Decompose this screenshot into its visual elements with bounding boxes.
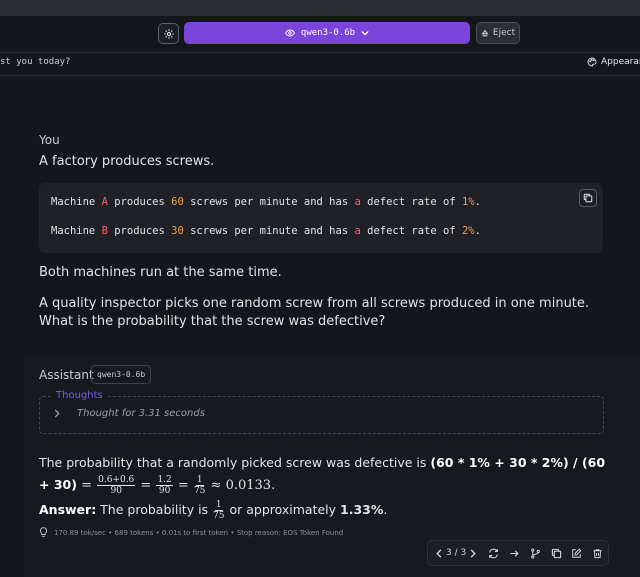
thoughts-summary[interactable]: Thought for 3.31 seconds bbox=[77, 408, 205, 419]
pager-text: 3 / 3 bbox=[446, 548, 467, 558]
edit-button[interactable] bbox=[567, 541, 588, 565]
window-titlebar bbox=[0, 0, 640, 16]
delete-button[interactable] bbox=[587, 541, 608, 565]
user-message-paragraph: A quality inspector picks one random scr… bbox=[39, 296, 590, 329]
assistant-final-answer: Answer: The probability is 1 75 or approx… bbox=[39, 500, 388, 521]
copy-code-button[interactable] bbox=[579, 189, 597, 207]
lightbulb-icon bbox=[39, 527, 48, 538]
chat-subheader bbox=[0, 52, 640, 76]
user-message-line: A factory produces screws. bbox=[39, 154, 215, 169]
user-message-paragraph: Both machines run at the same time. bbox=[39, 265, 282, 280]
thoughts-legend: Thoughts bbox=[52, 390, 107, 401]
continue-button[interactable] bbox=[504, 541, 525, 565]
model-badge: qwen3-0.6b bbox=[91, 365, 152, 384]
eject-button[interactable]: Eject bbox=[476, 22, 520, 44]
appearance-label: Appearance bbox=[601, 57, 640, 67]
settings-button[interactable] bbox=[158, 23, 179, 44]
assistant-role-label: Assistant bbox=[39, 368, 94, 382]
gear-icon bbox=[163, 28, 175, 40]
appearance-button[interactable]: Appearance bbox=[587, 57, 640, 67]
user-role-label: You bbox=[39, 133, 60, 147]
stats-text: 170.89 tok/sec • 689 tokens • 0.01s to f… bbox=[54, 528, 344, 537]
eject-icon bbox=[481, 29, 489, 37]
code-line-2: Machine B produces 30 screws per minute … bbox=[51, 225, 481, 237]
copy-icon bbox=[551, 548, 562, 559]
assistant-answer-paragraph: The probability that a randomly picked s… bbox=[39, 455, 606, 496]
branch-icon bbox=[530, 547, 541, 559]
model-name: qwen3-0.6b bbox=[300, 28, 356, 38]
chevron-right-icon[interactable] bbox=[54, 409, 60, 418]
palette-icon bbox=[587, 57, 597, 67]
eye-icon bbox=[284, 29, 295, 37]
edit-icon bbox=[571, 548, 582, 559]
branch-button[interactable] bbox=[525, 541, 546, 565]
copy-icon bbox=[583, 193, 593, 203]
eject-label: Eject bbox=[492, 28, 516, 38]
code-line-1: Machine A produces 60 screws per minute … bbox=[51, 196, 481, 208]
chat-title[interactable]: st you today? bbox=[0, 57, 70, 67]
trash-icon bbox=[592, 548, 603, 559]
version-pager: 3 / 3 bbox=[436, 548, 483, 558]
arrow-right-icon bbox=[509, 548, 520, 559]
copy-message-button[interactable] bbox=[546, 541, 567, 565]
chevron-down-icon bbox=[361, 30, 369, 36]
message-action-bar: 3 / 3 bbox=[427, 540, 609, 566]
generation-stats: 170.89 tok/sec • 689 tokens • 0.01s to f… bbox=[39, 527, 343, 538]
refresh-icon bbox=[488, 548, 499, 559]
code-block: Machine A produces 60 screws per minute … bbox=[39, 183, 603, 253]
model-selector-button[interactable]: qwen3-0.6b bbox=[184, 22, 470, 44]
regenerate-button[interactable] bbox=[483, 541, 504, 565]
chevron-right-icon[interactable] bbox=[470, 548, 476, 558]
chevron-left-icon[interactable] bbox=[436, 548, 442, 558]
